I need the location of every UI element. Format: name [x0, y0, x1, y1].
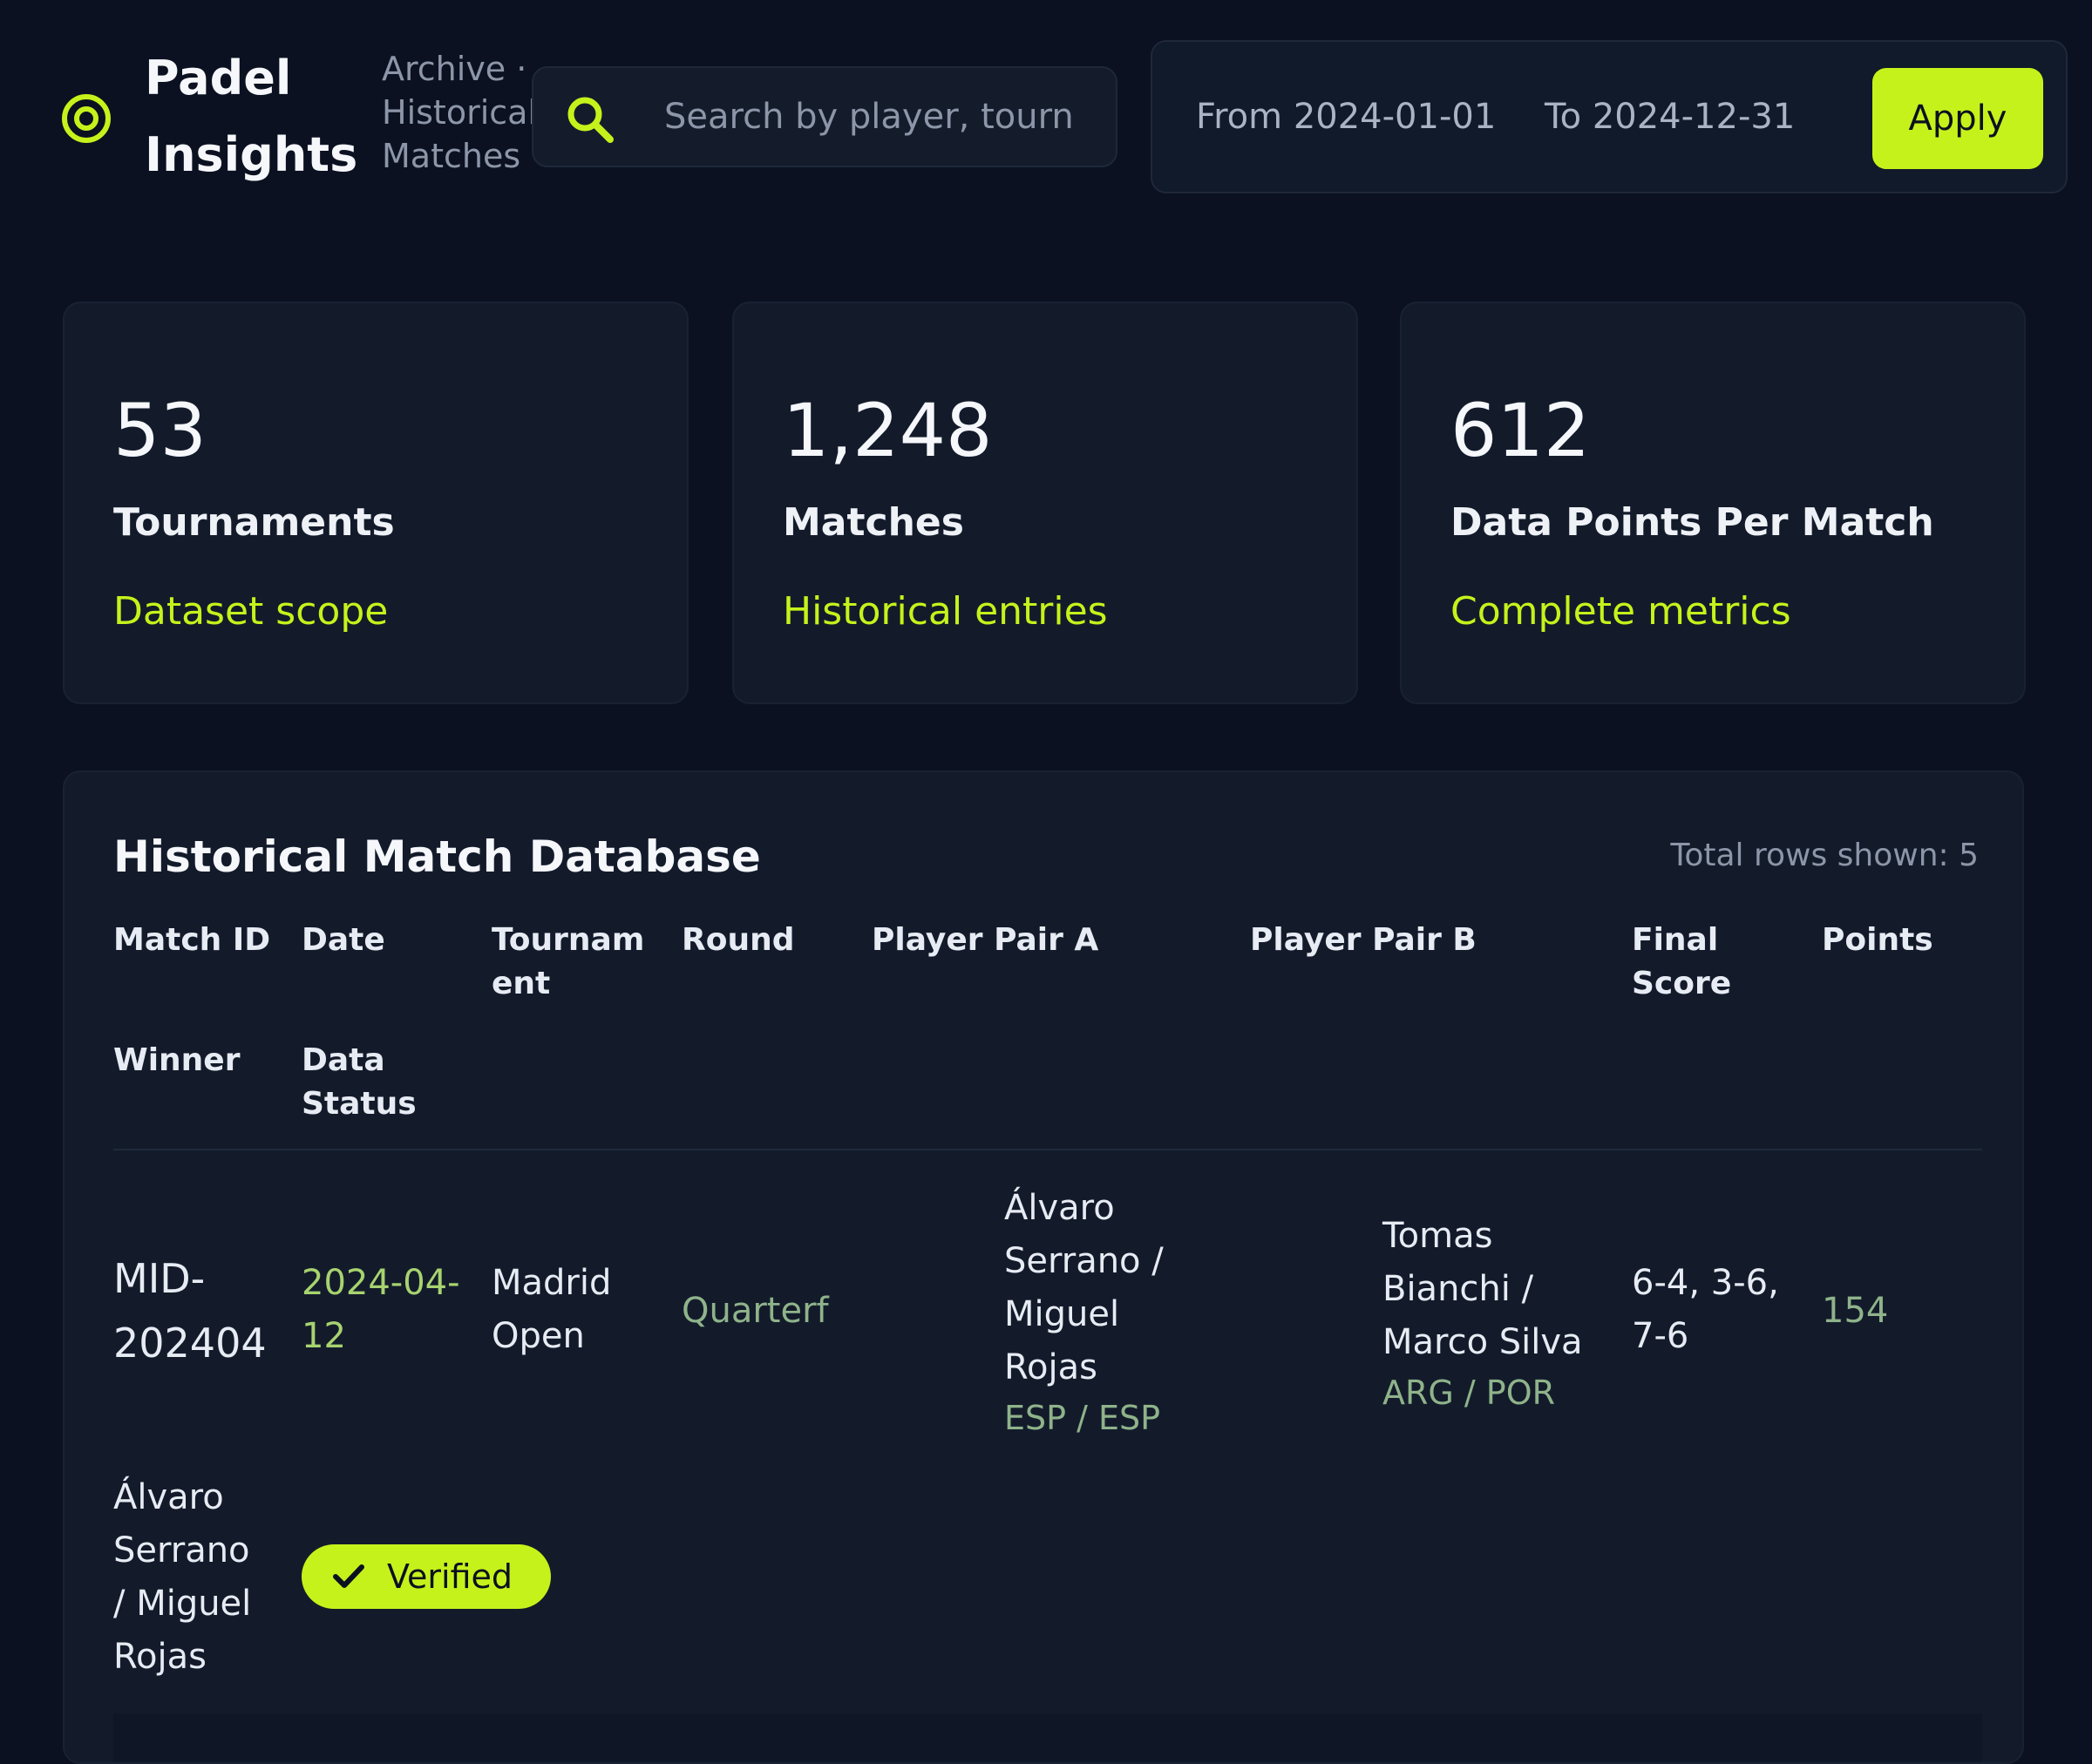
header-text: Score [1632, 966, 1732, 1001]
cell-text: 7-6 [1632, 1316, 1689, 1356]
status-label: Verified [387, 1557, 513, 1596]
player-text: Álvaro [1004, 1188, 1115, 1228]
breadcrumb-historical: Historical [382, 93, 537, 132]
date-from-field[interactable]: From 2024-01-01 [1196, 92, 1496, 141]
stat-subtitle: Historical entries [783, 589, 1108, 634]
stat-subtitle: Dataset scope [113, 589, 389, 634]
player-text: Rojas [1004, 1347, 1097, 1387]
player-text: Miguel [1004, 1294, 1120, 1334]
stat-card-tournaments: 53 Tournaments Dataset scope [63, 302, 689, 704]
header-text: ent [492, 966, 551, 1001]
search-box[interactable] [532, 66, 1117, 167]
verified-status-badge[interactable]: Verified [302, 1544, 551, 1609]
cell-match-id: MID- 202404 [113, 1246, 267, 1375]
cell-points: 154 [1822, 1291, 1889, 1331]
cell-text: MID- [113, 1255, 206, 1302]
cell-tournament: Madrid Open [492, 1257, 611, 1363]
stat-label: Data Points Per Match [1450, 500, 1934, 545]
header-text: Data [302, 1042, 385, 1078]
player-text: Serrano / [1004, 1241, 1164, 1281]
cell-text: 12 [302, 1316, 346, 1356]
column-header-data-status[interactable]: Data Status [302, 1039, 417, 1126]
apply-button[interactable]: Apply [1872, 68, 2043, 169]
header-text: Tournam [492, 922, 645, 958]
stat-label: Tournaments [113, 500, 395, 545]
cell-text: 2024-04- [302, 1263, 460, 1303]
search-icon [567, 97, 614, 143]
brand-name[interactable]: Padel Insights [145, 40, 357, 193]
breadcrumb-matches: Matches [382, 137, 521, 175]
cell-pair-a: Álvaro Serrano / Miguel Rojas ESP / ESP [1004, 1182, 1164, 1442]
pair-b-countries: ARG / POR [1382, 1374, 1556, 1412]
cell-text: 6-4, 3-6, [1632, 1263, 1779, 1303]
brand-line-1: Padel [145, 51, 292, 105]
date-to-field[interactable]: To 2024-12-31 [1545, 92, 1795, 141]
cell-text: 202404 [113, 1320, 267, 1367]
match-database-panel: Historical Match Database Total rows sho… [63, 770, 2024, 1764]
breadcrumb-archive[interactable]: Archive · [382, 47, 539, 91]
next-row-divider [113, 1713, 1982, 1762]
column-header-date[interactable]: Date [302, 919, 385, 962]
stat-value: 612 [1450, 388, 1591, 473]
cell-pair-b: Tomas Bianchi / Marco Silva ARG / POR [1382, 1210, 1583, 1416]
stat-value: 53 [113, 388, 207, 473]
player-text: Bianchi / [1382, 1269, 1534, 1309]
row-count: Total rows shown: 5 [1670, 838, 1979, 873]
stat-subtitle: Complete metrics [1450, 589, 1791, 634]
search-input[interactable] [664, 68, 1100, 166]
stat-card-matches: 1,248 Matches Historical entries [732, 302, 1358, 704]
header-divider [113, 1149, 1982, 1150]
top-bar: Padel Insights Archive · Historical Matc… [0, 0, 2092, 235]
header-text: Status [302, 1086, 417, 1122]
player-text: Tomas [1382, 1216, 1493, 1256]
column-header-winner[interactable]: Winner [113, 1039, 240, 1082]
header-text: Final [1632, 922, 1719, 958]
breadcrumb: Archive · Historical Matches [382, 47, 539, 178]
stat-value: 1,248 [783, 388, 993, 473]
cell-text: Serrano [113, 1530, 250, 1571]
cell-round: Quarterf [682, 1291, 829, 1331]
column-header-round[interactable]: Round [682, 919, 794, 962]
cell-text: Rojas [113, 1637, 207, 1677]
brand-line-2: Insights [145, 127, 358, 182]
cell-winner: Álvaro Serrano / Miguel Rojas [113, 1471, 251, 1684]
checkmark-icon [333, 1564, 364, 1588]
column-header-match-id[interactable]: Match ID [113, 919, 270, 962]
player-text: Marco Silva [1382, 1322, 1583, 1362]
cell-text: Madrid [492, 1263, 612, 1303]
stat-label: Matches [783, 500, 964, 545]
cell-final-score: 6-4, 3-6, 7-6 [1632, 1257, 1779, 1363]
cell-text: / Miguel [113, 1584, 252, 1624]
column-header-final-score[interactable]: Final Score [1632, 919, 1731, 1006]
date-range-filter: From 2024-01-01 To 2024-12-31 Apply [1151, 40, 2068, 193]
target-logo-icon [62, 94, 111, 143]
column-header-points[interactable]: Points [1822, 919, 1933, 962]
pair-a-countries: ESP / ESP [1004, 1399, 1161, 1437]
column-header-tournament[interactable]: Tournam ent [492, 919, 644, 1006]
column-header-pair-b[interactable]: Player Pair B [1250, 919, 1477, 962]
cell-date: 2024-04- 12 [302, 1257, 460, 1363]
stat-card-data-points: 612 Data Points Per Match Complete metri… [1400, 302, 2026, 704]
panel-title: Historical Match Database [113, 831, 761, 882]
column-header-pair-a[interactable]: Player Pair A [872, 919, 1098, 962]
cell-text: Álvaro [113, 1477, 224, 1517]
cell-text: Open [492, 1316, 585, 1356]
